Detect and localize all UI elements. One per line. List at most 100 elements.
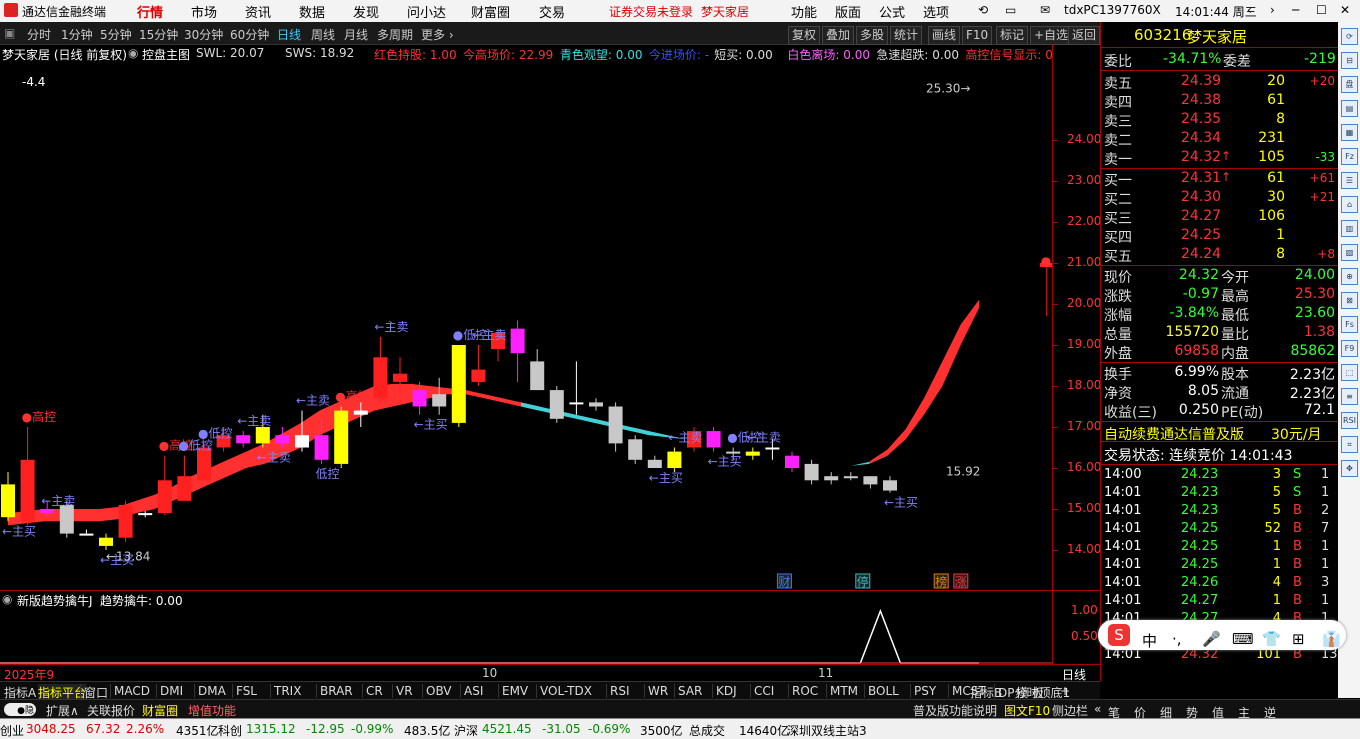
indicator-tab[interactable]: FSL xyxy=(232,684,257,698)
monitor-icon[interactable]: ▭ xyxy=(1005,3,1016,17)
tool-icon[interactable]: F9 xyxy=(1341,340,1358,357)
ime-lang-icon[interactable]: 中 xyxy=(1142,630,1157,651)
period-more[interactable]: 更多 › xyxy=(421,26,454,43)
indicator-tab[interactable]: VR xyxy=(392,684,413,698)
tool-icon[interactable]: ☰ xyxy=(1341,172,1358,189)
indicator-tab[interactable]: OBV xyxy=(422,684,452,698)
menu-options[interactable]: 选项 xyxy=(923,2,949,21)
period-monthly[interactable]: 月线 xyxy=(344,26,368,43)
tool-icon[interactable]: ⌗ xyxy=(1341,436,1358,453)
ime-keyboard-icon[interactable]: ⌨ xyxy=(1232,630,1254,648)
period-1min[interactable]: 1分钟 xyxy=(61,26,93,43)
sub-indicator-chart[interactable] xyxy=(0,608,1052,664)
period-daily[interactable]: 日线 xyxy=(277,26,301,43)
menu-ask[interactable]: 问小达 xyxy=(407,2,446,21)
tool-icon[interactable]: ⬚ xyxy=(1341,364,1358,381)
menu-data[interactable]: 数据 xyxy=(299,2,325,21)
indicator-tab[interactable]: TRIX xyxy=(270,684,301,698)
link-f10[interactable]: 图文F10 xyxy=(1004,702,1050,719)
tool-icon[interactable]: ▧ xyxy=(1341,244,1358,261)
chat-icon[interactable]: ✉ xyxy=(1040,3,1050,17)
link-sidebar[interactable]: 侧边栏 xyxy=(1052,702,1088,719)
tool-icon[interactable]: ⊟ xyxy=(1341,52,1358,69)
ime-voice-icon[interactable]: 🎤 xyxy=(1202,630,1221,648)
tool-icon[interactable]: ▤ xyxy=(1341,100,1358,117)
tool-icon[interactable]: Fz xyxy=(1341,148,1358,165)
indicator-tab[interactable]: PSY xyxy=(910,684,936,698)
indicator-tab[interactable]: CR xyxy=(362,684,383,698)
mark-button[interactable]: 标记 xyxy=(996,26,1029,45)
period-15min[interactable]: 15分钟 xyxy=(139,26,178,43)
back-icon[interactable]: ‹ xyxy=(1247,3,1252,17)
ime-settings-icon[interactable]: 👔 xyxy=(1322,630,1341,648)
tool-icon[interactable]: ⟳ xyxy=(1341,28,1358,45)
tool-icon[interactable]: ▥ xyxy=(1341,220,1358,237)
period-intraday[interactable]: 分时 xyxy=(27,26,51,43)
ad-price[interactable]: 30元/月 xyxy=(1271,424,1322,444)
indicator-tab[interactable]: ROC xyxy=(788,684,818,698)
draw-line-button[interactable]: 画线 xyxy=(928,26,961,45)
tool-icon[interactable]: Fs xyxy=(1341,316,1358,333)
indicator-tab[interactable]: RSI xyxy=(606,684,630,698)
tool-icon[interactable]: ⌂ xyxy=(1341,196,1358,213)
return-button[interactable]: 返回 xyxy=(1068,26,1100,45)
formula-name[interactable]: 控盘主图 xyxy=(142,46,190,62)
tab-wealth-circle[interactable]: 财富圈 xyxy=(142,702,178,719)
tool-icon[interactable]: ⊕ xyxy=(1341,268,1358,285)
indicator-tab[interactable]: WR xyxy=(644,684,668,698)
indicator-tab[interactable]: MTM xyxy=(826,684,858,698)
menu-market[interactable]: 市场 xyxy=(191,2,217,21)
indicator-tab[interactable]: ASI xyxy=(460,684,483,698)
indicator-tab[interactable]: VOL-TDX xyxy=(536,684,592,698)
candlestick-chart[interactable]: ●高控←主卖←主买←主买●高控●低控●低控←主卖←主卖←主卖低控●高控←主卖←主… xyxy=(0,62,1052,590)
forward-icon[interactable]: › xyxy=(1270,3,1275,17)
tool-icon[interactable]: 盘 xyxy=(1341,76,1358,93)
menu-function[interactable]: 功能 xyxy=(791,2,817,21)
sub-indicator-name[interactable]: 新版趋势擒牛J xyxy=(17,592,93,609)
toggle-switch[interactable]: ●隐 xyxy=(4,703,36,716)
f10-button[interactable]: F10 xyxy=(962,26,993,45)
indicator-tab[interactable]: DMA xyxy=(194,684,226,698)
indicator-tab-right[interactable]: + xyxy=(1060,684,1070,698)
menu-quotes[interactable]: 行情 xyxy=(137,2,163,21)
add-watchlist-button[interactable]: +自选 xyxy=(1030,26,1073,45)
indicator-tab[interactable]: BRAR xyxy=(316,684,353,698)
indicator-tab[interactable]: EMV xyxy=(498,684,528,698)
indicator-tab[interactable]: MACD xyxy=(110,684,150,698)
tool-icon[interactable]: ▦ xyxy=(1341,124,1358,141)
restore-rights-button[interactable]: 复权 xyxy=(788,26,821,45)
indicator-tab[interactable]: KDJ xyxy=(712,684,737,698)
menu-wealth[interactable]: 财富圈 xyxy=(471,2,510,21)
period-5min[interactable]: 5分钟 xyxy=(100,26,132,43)
ime-skin-icon[interactable]: 👕 xyxy=(1262,630,1281,648)
close-icon[interactable]: ✕ xyxy=(1340,3,1350,17)
indicator-tab[interactable]: SAR xyxy=(674,684,702,698)
tab-expand[interactable]: 扩展∧ xyxy=(46,702,79,719)
overlay-button[interactable]: 叠加 xyxy=(822,26,855,45)
menu-layout[interactable]: 版面 xyxy=(835,2,861,21)
period-60min[interactable]: 60分钟 xyxy=(230,26,269,43)
menu-trade[interactable]: 交易 xyxy=(539,2,565,21)
period-weekly[interactable]: 周线 xyxy=(311,26,335,43)
ime-punct-icon[interactable]: ·, xyxy=(1172,630,1182,648)
formula-dropdown-icon[interactable]: ◉ xyxy=(128,46,138,60)
sidebar-toggle-icon[interactable]: « xyxy=(1094,702,1101,716)
period-30min[interactable]: 30分钟 xyxy=(184,26,223,43)
minimize-icon[interactable]: ─ xyxy=(1292,3,1299,17)
tool-icon[interactable]: ✥ xyxy=(1341,460,1358,477)
ime-toolbar[interactable]: S 中 ·, 🎤 ⌨ 👕 ⊞ 👔 xyxy=(1098,620,1346,650)
ime-logo-icon[interactable]: S xyxy=(1108,624,1130,646)
multi-stock-button[interactable]: 多股 xyxy=(856,26,889,45)
statistics-button[interactable]: 统计 xyxy=(890,26,923,45)
collapse-icon[interactable]: ▣ xyxy=(4,26,15,40)
indicator-tab[interactable]: DMI xyxy=(156,684,183,698)
indicator-tab[interactable]: BOLL xyxy=(864,684,899,698)
tool-icon[interactable]: RSI xyxy=(1341,412,1358,429)
ad-text[interactable]: 自动续费通达信普及版 xyxy=(1104,424,1244,444)
tool-icon[interactable]: ≡ xyxy=(1341,388,1358,405)
login-warning[interactable]: 证券交易未登录 xyxy=(609,3,693,20)
indicator-tab[interactable]: CCI xyxy=(750,684,774,698)
tab-related-quotes[interactable]: 关联报价 xyxy=(87,702,135,719)
menu-news[interactable]: 资讯 xyxy=(245,2,271,21)
maximize-icon[interactable]: ☐ xyxy=(1316,3,1327,17)
